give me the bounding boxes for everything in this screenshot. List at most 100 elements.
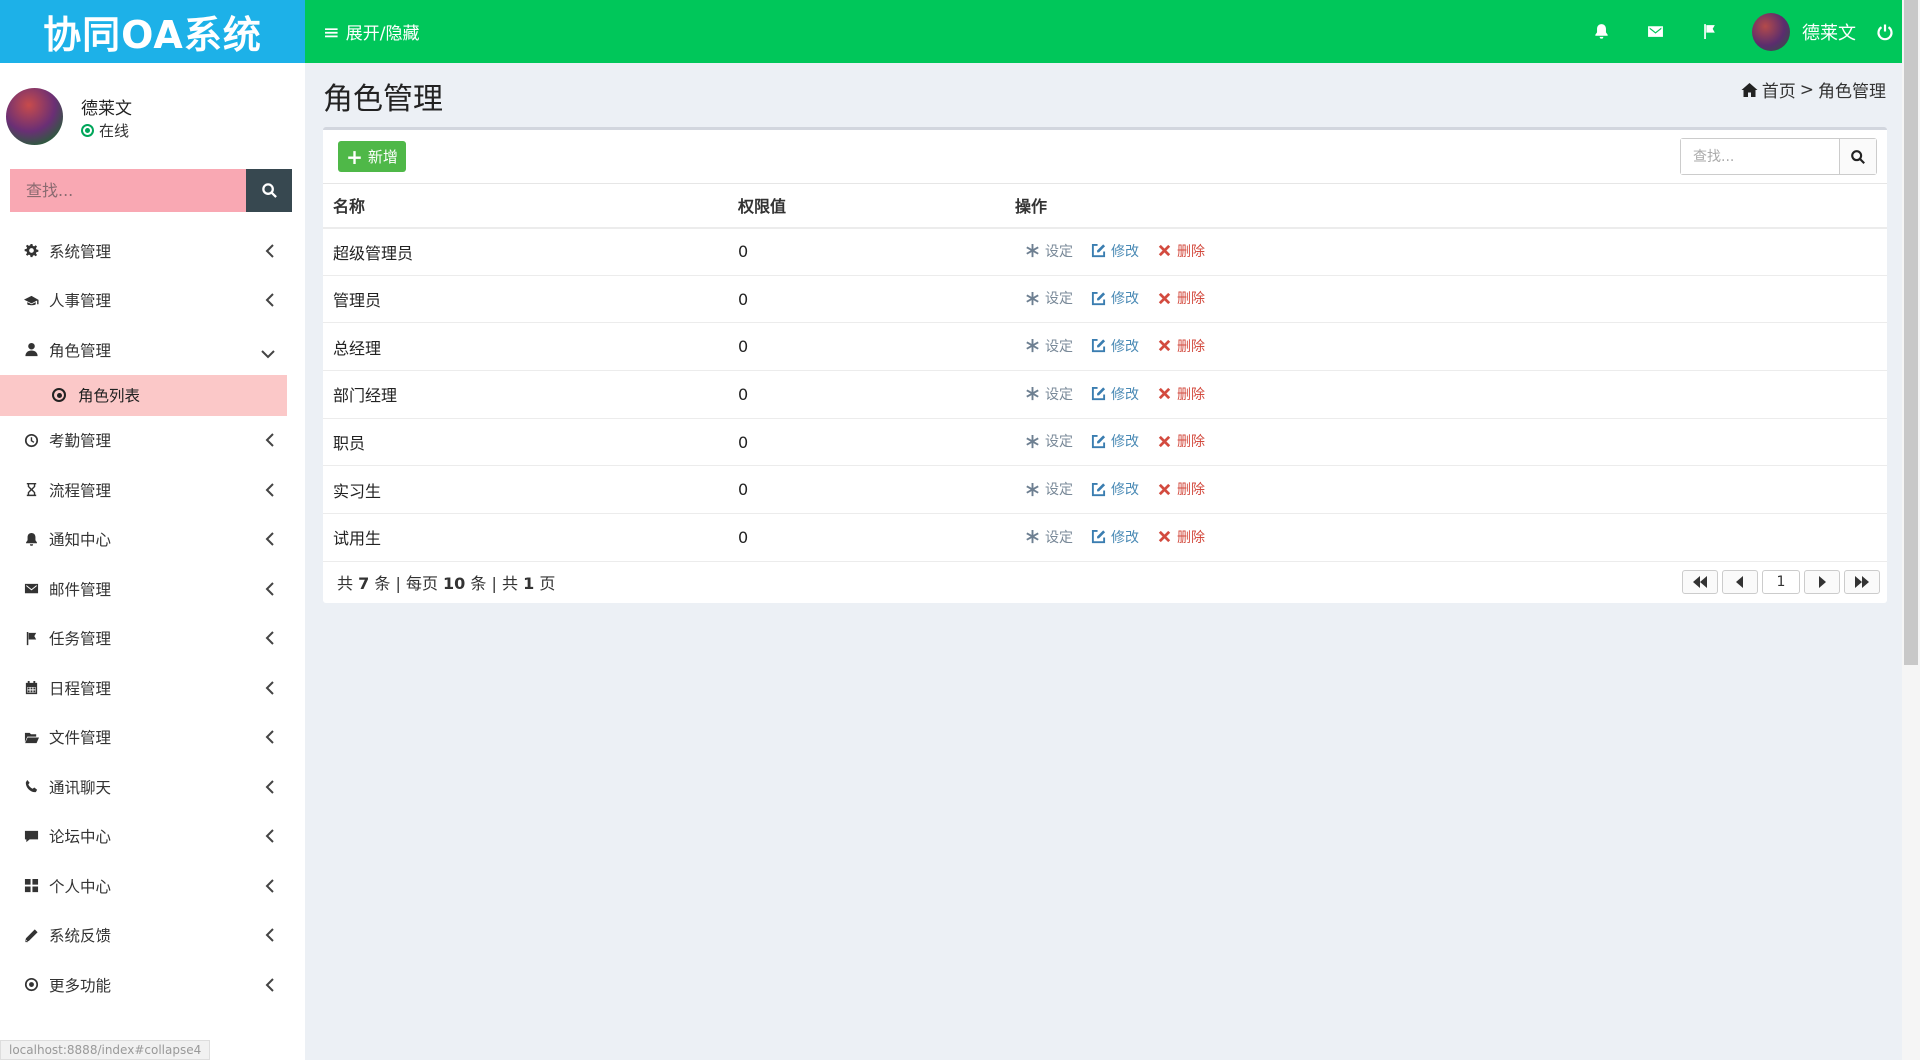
flag-icon[interactable] [1682,0,1736,63]
next-page-button[interactable] [1804,570,1840,594]
folder-open-icon [23,729,39,745]
home-icon [1741,82,1758,97]
sidebar-item-task[interactable]: 任务管理 [0,614,287,664]
row-actions: 设定 修改 删除 [1005,418,1887,467]
chevron-left-icon [265,532,275,546]
sidebar-toggle[interactable]: ≡ 展开/隐藏 [323,19,420,45]
table-row: 管理员 0 设定 修改 删除 [323,275,1887,324]
edit-button[interactable]: 修改 [1091,336,1139,356]
sidebar-subitem-role-list[interactable]: 角色列表 [0,374,287,416]
sidebar-item-mail[interactable]: 邮件管理 [0,564,287,614]
set-button[interactable]: 设定 [1025,527,1073,547]
row-actions: 设定 修改 删除 [1005,322,1887,372]
delete-button[interactable]: 删除 [1157,241,1205,261]
double-right-icon [1855,576,1869,588]
sidebar-item-hr[interactable]: 人事管理 [0,276,287,326]
delete-button[interactable]: 删除 [1157,384,1205,404]
edit-icon [1091,530,1106,544]
role-value: 0 [728,513,1005,562]
sidebar-item-roles[interactable]: 角色管理 [0,325,287,375]
set-button[interactable]: 设定 [1025,241,1073,261]
edit-button[interactable]: 修改 [1091,241,1139,261]
set-button[interactable]: 设定 [1025,431,1073,451]
sidebar-item-system[interactable]: 系统管理 [0,226,287,276]
delete-label: 删除 [1177,529,1205,546]
sidebar-item-label: 系统管理 [49,242,112,261]
edit-label: 修改 [1111,338,1139,355]
page-title: 角色管理 [323,82,443,117]
app-logo[interactable]: 协同OA系统 [0,0,305,63]
sidebar-search-button[interactable] [246,169,292,212]
delete-button[interactable]: 删除 [1157,336,1205,356]
bell-icon[interactable] [1574,0,1628,63]
set-button[interactable]: 设定 [1025,479,1073,499]
delete-button[interactable]: 删除 [1157,527,1205,547]
sidebar-item-attendance[interactable]: 考勤管理 [0,416,287,466]
delete-button[interactable]: 删除 [1157,288,1205,308]
edit-button[interactable]: 修改 [1091,431,1139,451]
status-text: 在线 [99,122,130,140]
sidebar-item-schedule[interactable]: 日程管理 [0,663,287,713]
sidebar-item-process[interactable]: 流程管理 [0,465,287,515]
page-scrollbar[interactable] [1902,0,1920,1060]
delete-button[interactable]: 删除 [1157,479,1205,499]
sidebar-search-input[interactable] [10,169,246,212]
user-panel: 德莱文 在线 [0,63,305,153]
hamburger-icon: ≡ [323,19,340,44]
set-label: 设定 [1045,386,1073,403]
sidebar-item-label: 通知中心 [49,531,112,550]
sidebar-item-label: 日程管理 [49,679,112,698]
scrollbar-thumb[interactable] [1904,0,1918,665]
edit-icon [1091,244,1106,258]
current-page[interactable]: 1 [1762,570,1800,594]
sidebar: 德莱文 在线 系统管理 人事管理 角色管理 角色列表 [0,63,305,1060]
sidebar-item-files[interactable]: 文件管理 [0,713,287,763]
sidebar-item-personal[interactable]: 个人中心 [0,861,287,911]
role-value: 0 [728,227,1005,276]
role-value: 0 [728,275,1005,324]
power-icon[interactable] [1876,0,1902,63]
user-panel-name: 德莱文 [81,99,132,119]
pagination-info: 共 7 条 | 每页 10 条 | 共 1 页 [337,570,555,594]
search-icon [1851,149,1865,164]
sidebar-item-more[interactable]: 更多功能 [0,960,287,1010]
set-button[interactable]: 设定 [1025,288,1073,308]
delete-label: 删除 [1177,386,1205,403]
delete-button[interactable]: 删除 [1157,431,1205,451]
set-button[interactable]: 设定 [1025,384,1073,404]
add-button[interactable]: + 新增 [338,141,406,172]
user-menu[interactable]: 德莱文 [1736,12,1876,51]
sidebar-item-label: 通讯聊天 [49,778,112,797]
table-search-button[interactable] [1839,139,1876,174]
set-button[interactable]: 设定 [1025,336,1073,356]
last-page-button[interactable] [1844,570,1880,594]
breadcrumb: 首页 > 角色管理 [1741,77,1886,102]
set-label: 设定 [1045,482,1073,499]
chevron-left-icon [265,244,275,258]
asterisk-icon [1026,291,1039,305]
first-page-button[interactable] [1682,570,1718,594]
pagination-pages: 1 [523,574,535,593]
double-left-icon [1693,576,1707,588]
sidebar-item-feedback[interactable]: 系统反馈 [0,911,287,961]
table-search-input[interactable] [1681,139,1839,174]
edit-label: 修改 [1111,291,1139,308]
edit-button[interactable]: 修改 [1091,527,1139,547]
breadcrumb-home[interactable]: 首页 [1762,77,1796,102]
avatar [6,88,63,145]
online-dot-icon [81,124,94,137]
edit-button[interactable]: 修改 [1091,288,1139,308]
close-icon [1158,435,1171,448]
prev-page-button[interactable] [1722,570,1758,594]
pagination-text: 条 [470,574,487,593]
role-value: 0 [728,418,1005,467]
sidebar-item-chat[interactable]: 通讯聊天 [0,762,287,812]
sidebar-item-forum[interactable]: 论坛中心 [0,812,287,862]
sidebar-item-notice[interactable]: 通知中心 [0,515,287,565]
envelope-icon[interactable] [1628,0,1682,63]
edit-button[interactable]: 修改 [1091,384,1139,404]
edit-button[interactable]: 修改 [1091,479,1139,499]
column-header-actions: 操作 [1005,183,1887,229]
sidebar-item-label: 人事管理 [49,292,112,311]
table-row: 总经理 0 设定 修改 删除 [323,322,1887,372]
